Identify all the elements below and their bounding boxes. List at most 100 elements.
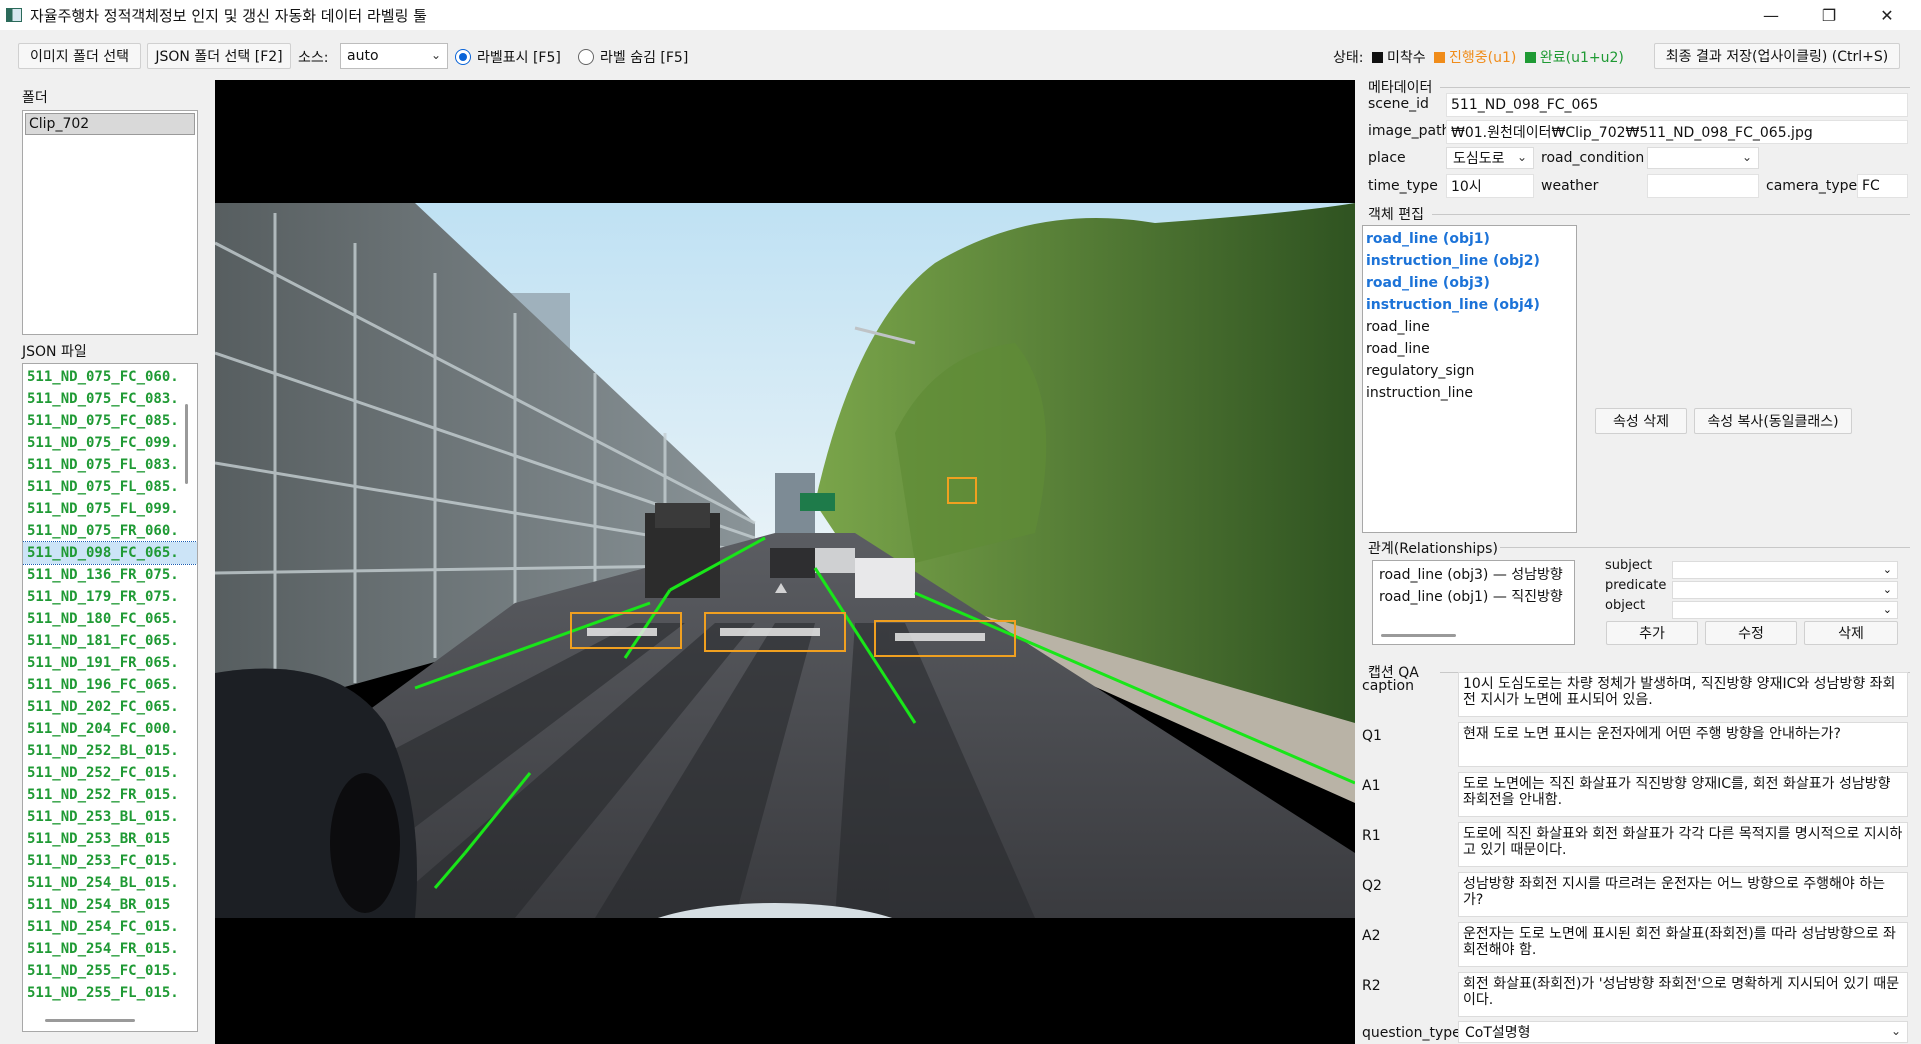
json-file-item[interactable]: 511_ND_196_FC_065. bbox=[23, 674, 197, 696]
folder-label: 폴더 bbox=[22, 90, 48, 106]
question-type-value: CoT설명형 bbox=[1465, 1025, 1531, 1041]
source-select[interactable]: auto ⌄ bbox=[340, 43, 448, 69]
predicate-label: predicate bbox=[1605, 578, 1667, 593]
road-condition-select[interactable]: ⌄ bbox=[1647, 147, 1759, 169]
time-type-label: time_type bbox=[1368, 178, 1438, 194]
object-list[interactable]: road_line (obj1) instruction_line (obj2) r… bbox=[1362, 225, 1577, 533]
json-file-item[interactable]: 511_ND_180_FC_065. bbox=[23, 608, 197, 630]
a1-label: A1 bbox=[1362, 778, 1381, 794]
caption-textarea[interactable]: 10시 도심도로는 차량 정체가 발생하며, 직진방향 양재IC와 성남방향 좌… bbox=[1458, 672, 1908, 717]
object-list-item[interactable]: road_line bbox=[1363, 316, 1576, 338]
object-list-item[interactable]: instruction_line (obj2) bbox=[1363, 250, 1576, 272]
json-list-hscrollbar[interactable] bbox=[45, 1019, 135, 1022]
relations-hscrollbar[interactable] bbox=[1381, 634, 1456, 637]
predicate-select[interactable]: ⌄ bbox=[1672, 581, 1898, 599]
json-file-item[interactable]: 511_ND_204_FC_000. bbox=[23, 718, 197, 740]
json-file-item[interactable]: 511_ND_098_FC_065. bbox=[23, 541, 197, 565]
image-path-field[interactable]: ₩01.원천데이터₩Clip_702₩511_ND_098_FC_065.jpg bbox=[1446, 120, 1908, 144]
json-file-item[interactable]: 511_ND_253_FC_015. bbox=[23, 850, 197, 872]
json-file-item[interactable]: 511_ND_254_BR_015 bbox=[23, 894, 197, 916]
json-file-item[interactable]: 511_ND_075_FC_099. bbox=[23, 432, 197, 454]
subject-select[interactable]: ⌄ bbox=[1672, 561, 1898, 579]
image-path-label: image_path bbox=[1368, 123, 1451, 139]
status-done-swatch bbox=[1524, 52, 1536, 63]
road-condition-label: road_condition bbox=[1541, 150, 1645, 166]
relation-list-item[interactable]: road_line (obj3) — 성남방향 bbox=[1373, 563, 1574, 585]
image-canvas[interactable] bbox=[215, 80, 1355, 1044]
json-file-item[interactable]: 511_ND_254_BL_015. bbox=[23, 872, 197, 894]
close-button[interactable]: ✕ bbox=[1858, 0, 1916, 30]
chevron-down-icon: ⌄ bbox=[1890, 1024, 1901, 1038]
json-file-item[interactable]: 511_ND_255_FC_015. bbox=[23, 960, 197, 982]
object-list-item[interactable]: road_line bbox=[1363, 338, 1576, 360]
json-file-item[interactable]: 511_ND_075_FR_060. bbox=[23, 520, 197, 542]
a2-textarea[interactable]: 운전자는 도로 노면에 표시된 회전 화살표(좌회전)를 따라 성남방향으로 좌… bbox=[1458, 922, 1908, 967]
folder-list[interactable]: Clip_702 bbox=[22, 110, 198, 335]
object-list-item[interactable]: regulatory_sign bbox=[1363, 360, 1576, 382]
json-file-item[interactable]: 511_ND_179_FR_075. bbox=[23, 586, 197, 608]
json-file-item[interactable]: 511_ND_075_FL_099. bbox=[23, 498, 197, 520]
metadata-divider bbox=[1440, 87, 1910, 88]
json-file-item[interactable]: 511_ND_181_FC_065. bbox=[23, 630, 197, 652]
question-type-label: question_type bbox=[1362, 1025, 1461, 1041]
restore-button[interactable]: ❐ bbox=[1800, 0, 1858, 30]
time-type-field[interactable]: 10시 bbox=[1446, 174, 1534, 198]
json-file-item[interactable]: 511_ND_255_FL_015. bbox=[23, 982, 197, 1004]
radio-off-icon bbox=[578, 49, 594, 65]
radio-hide-labels[interactable]: 라벨 숨김 [F5] bbox=[578, 47, 688, 67]
a1-textarea[interactable]: 도로 노면에는 직진 화살표가 직진방향 양재IC를, 회전 화살표가 성남방향… bbox=[1458, 772, 1908, 817]
json-file-item[interactable]: 511_ND_075_FC_060. bbox=[23, 366, 197, 388]
object-label: object bbox=[1605, 598, 1646, 613]
question-type-select[interactable]: CoT설명형 ⌄ bbox=[1458, 1021, 1908, 1043]
r2-label: R2 bbox=[1362, 978, 1381, 994]
json-file-list[interactable]: 511_ND_075_FC_060. 511_ND_075_FC_083. 511_… bbox=[22, 363, 198, 1032]
json-file-item[interactable]: 511_ND_254_FR_015. bbox=[23, 938, 197, 960]
image-folder-button[interactable]: 이미지 폴더 선택 bbox=[18, 43, 141, 69]
status-todo-swatch bbox=[1371, 52, 1383, 63]
place-label: place bbox=[1368, 150, 1406, 166]
json-file-item[interactable]: 511_ND_075_FC_085. bbox=[23, 410, 197, 432]
json-file-item[interactable]: 511_ND_253_BL_015. bbox=[23, 806, 197, 828]
chevron-down-icon: ⌄ bbox=[1882, 603, 1892, 616]
json-file-item[interactable]: 511_ND_254_FC_015. bbox=[23, 916, 197, 938]
json-file-item[interactable]: 511_ND_252_FC_015. bbox=[23, 762, 197, 784]
save-button[interactable]: 최종 결과 저장(업사이클링) (Ctrl+S) bbox=[1654, 43, 1900, 69]
object-list-item[interactable]: road_line (obj3) bbox=[1363, 272, 1576, 294]
copy-attribute-button[interactable]: 속성 복사(동일클래스) bbox=[1694, 408, 1852, 434]
json-list-vscrollbar[interactable] bbox=[185, 404, 188, 484]
relations-list[interactable]: road_line (obj3) — 성남방향 road_line (obj1) … bbox=[1372, 560, 1575, 645]
radio-show-labels[interactable]: 라벨표시 [F5] bbox=[455, 47, 561, 67]
scene-id-field[interactable]: 511_ND_098_FC_065 bbox=[1446, 93, 1908, 117]
r2-textarea[interactable]: 회전 화살표(좌회전)가 '성남방향 좌회전'으로 명확하게 지시되어 있기 때… bbox=[1458, 972, 1908, 1017]
q2-textarea[interactable]: 성남방향 좌회전 지시를 따르려는 운전자는 어느 방향으로 주행해야 하는가? bbox=[1458, 872, 1908, 917]
status-legend: 상태: 미착수 진행중(u1) 완료(u1+u2) bbox=[1333, 47, 1624, 67]
json-file-item[interactable]: 511_ND_075_FC_083. bbox=[23, 388, 197, 410]
relation-list-item[interactable]: road_line (obj1) — 직진방향 bbox=[1373, 585, 1574, 607]
json-file-item[interactable]: 511_ND_136_FR_075. bbox=[23, 564, 197, 586]
relation-edit-button[interactable]: 수정 bbox=[1705, 621, 1797, 645]
camera-type-field[interactable]: FC bbox=[1857, 174, 1908, 198]
object-select[interactable]: ⌄ bbox=[1672, 601, 1898, 619]
object-list-item[interactable]: instruction_line (obj4) bbox=[1363, 294, 1576, 316]
json-file-item[interactable]: 511_ND_252_FR_015. bbox=[23, 784, 197, 806]
json-file-item[interactable]: 511_ND_075_FL_083. bbox=[23, 454, 197, 476]
delete-attribute-button[interactable]: 속성 삭제 bbox=[1595, 408, 1687, 434]
json-folder-button[interactable]: JSON 폴더 선택 [F2] bbox=[147, 43, 291, 69]
relation-delete-button[interactable]: 삭제 bbox=[1804, 621, 1898, 645]
q1-textarea[interactable]: 현재 도로 노면 표시는 운전자에게 어떤 주행 방향을 안내하는가? bbox=[1458, 722, 1908, 767]
relation-add-button[interactable]: 추가 bbox=[1606, 621, 1698, 645]
folder-item[interactable]: Clip_702 bbox=[25, 113, 195, 135]
json-file-item[interactable]: 511_ND_191_FR_065. bbox=[23, 652, 197, 674]
object-list-item[interactable]: road_line (obj1) bbox=[1363, 228, 1576, 250]
json-file-item[interactable]: 511_ND_202_FC_065. bbox=[23, 696, 197, 718]
metadata-section-label: 메타데이터 bbox=[1368, 80, 1433, 96]
json-file-item[interactable]: 511_ND_075_FL_085. bbox=[23, 476, 197, 498]
r1-textarea[interactable]: 도로에 직진 화살표와 회전 화살표가 각각 다른 목적지를 명시적으로 지시하… bbox=[1458, 822, 1908, 867]
json-file-item[interactable]: 511_ND_252_BL_015. bbox=[23, 740, 197, 762]
json-file-item[interactable]: 511_ND_253_BR_015 bbox=[23, 828, 197, 850]
place-select[interactable]: 도심도로 ⌄ bbox=[1446, 147, 1534, 169]
object-list-item[interactable]: instruction_line bbox=[1363, 382, 1576, 404]
minimize-button[interactable]: — bbox=[1742, 0, 1800, 30]
weather-field[interactable] bbox=[1647, 174, 1759, 198]
title-bar: 자율주행차 정적객체정보 인지 및 갱신 자동화 데이터 라벨링 툴 — ❐ ✕ bbox=[0, 0, 1921, 30]
